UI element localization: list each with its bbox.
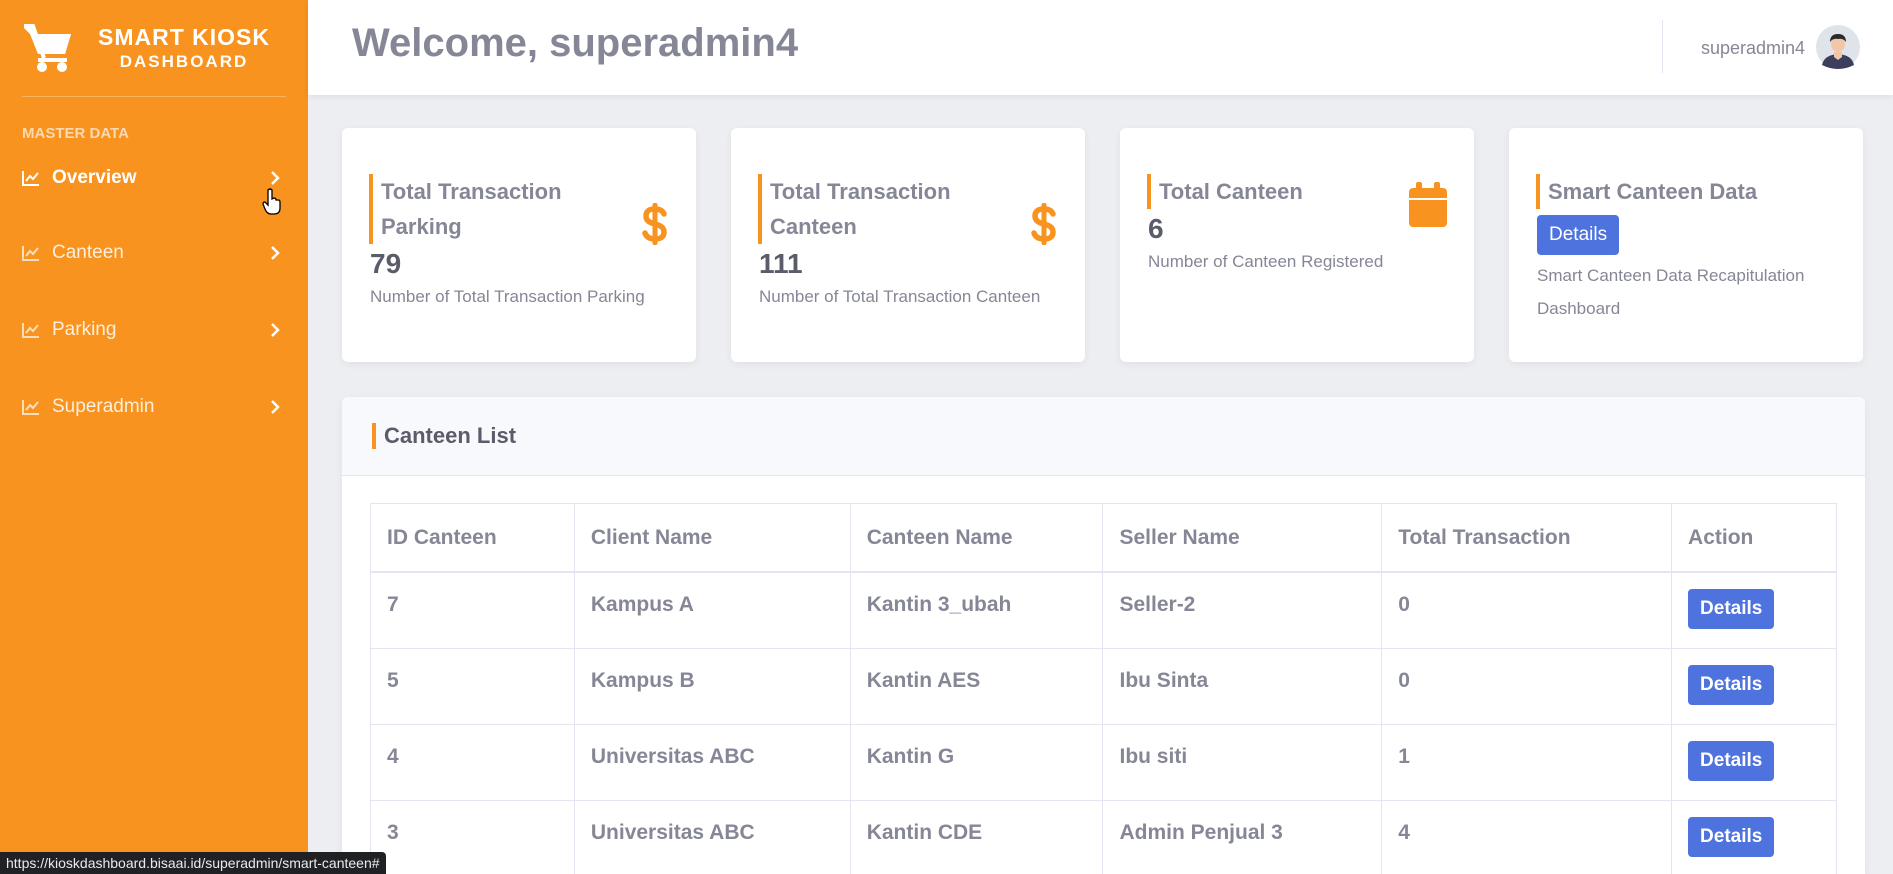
canteen-table: ID Canteen Client Name Canteen Name Sell…	[370, 503, 1837, 874]
card-value: 6	[1148, 213, 1164, 244]
panel-title: Canteen List	[372, 423, 516, 449]
cell-client: Kampus B	[573, 647, 851, 725]
card-title: Smart Canteen Data	[1536, 174, 1835, 209]
column-header[interactable]: Seller Name	[1102, 503, 1383, 573]
hand-pointer-icon	[262, 188, 281, 215]
calendar-icon	[1409, 182, 1447, 227]
topbar: Welcome, superadmin4 superadmin4	[308, 0, 1893, 95]
table-row: 3 Universitas ABC Kantin CDE Admin Penju…	[370, 799, 1837, 874]
table-row: 4 Universitas ABC Kantin G Ibu siti 1 De…	[370, 723, 1837, 801]
user-avatar[interactable]	[1816, 25, 1860, 69]
card-value: 79	[370, 248, 402, 279]
sidebar-item-label: Parking	[52, 318, 117, 340]
cell-id: 5	[370, 647, 575, 725]
card-description: Smart Canteen Data Recapitulation Dashboa…	[1537, 266, 1805, 318]
smart-canteen-details-button[interactable]: Details	[1537, 215, 1620, 255]
column-header[interactable]: Canteen Name	[849, 503, 1104, 573]
cell-action: Details	[1671, 799, 1837, 874]
brand[interactable]: SMART KIOSK DASHBOARD	[0, 0, 308, 96]
card-total-canteen: Total Canteen 6 Number of Canteen Regist…	[1120, 128, 1474, 362]
card-description: Number of Canteen Registered	[1148, 252, 1384, 271]
cell-action: Details	[1671, 571, 1837, 649]
brand-title: SMART KIOSK	[98, 24, 270, 50]
chart-line-icon	[22, 399, 39, 415]
card-smart-canteen-data: Smart Canteen Data Details Smart Canteen…	[1509, 128, 1863, 362]
canteen-list-panel: Canteen List ID Canteen Client Name Cant…	[342, 397, 1865, 874]
panel-header: Canteen List	[342, 397, 1865, 476]
cell-seller: Admin Penjual 3	[1102, 799, 1383, 874]
card-title: Total Transaction Canteen	[758, 174, 1057, 244]
column-header: Action	[1671, 503, 1837, 573]
cell-total: 0	[1381, 571, 1673, 649]
row-details-button[interactable]: Details	[1688, 664, 1775, 705]
welcome-heading: Welcome, superadmin4	[352, 21, 799, 65]
card-description: Number of Total Transaction Canteen	[759, 287, 1041, 306]
user-menu-name[interactable]: superadmin4	[1701, 38, 1805, 59]
sidebar: SMART KIOSK DASHBOARD MASTER DATA Overvi…	[0, 0, 308, 874]
chart-line-icon	[22, 171, 39, 186]
sidebar-item-parking[interactable]: Parking	[0, 291, 308, 368]
dollar-icon	[642, 203, 667, 245]
sidebar-section-label: MASTER DATA	[22, 125, 129, 142]
row-details-button[interactable]: Details	[1688, 740, 1775, 781]
cell-action: Details	[1671, 647, 1837, 725]
cell-total: 1	[1381, 723, 1673, 801]
card-title: Total Transaction Parking	[369, 174, 668, 244]
cell-seller: Ibu Sinta	[1102, 647, 1383, 725]
cell-canteen: Kantin G	[849, 723, 1104, 801]
row-details-button[interactable]: Details	[1688, 816, 1775, 857]
chevron-right-icon	[271, 399, 280, 414]
row-details-button[interactable]: Details	[1688, 589, 1775, 629]
column-header[interactable]: ID Canteen	[370, 503, 575, 573]
topbar-divider	[1662, 20, 1663, 73]
cell-total: 0	[1381, 647, 1673, 725]
cell-client: Kampus A	[573, 571, 851, 649]
cell-client: Universitas ABC	[573, 723, 851, 801]
table-header-row: ID Canteen Client Name Canteen Name Sell…	[370, 503, 1837, 573]
cell-action: Details	[1671, 723, 1837, 801]
status-bar-url: https://kioskdashboard.bisaai.id/superad…	[0, 852, 386, 874]
chart-line-icon	[22, 245, 39, 261]
cell-canteen: Kantin 3_ubah	[849, 571, 1104, 649]
sidebar-item-superadmin[interactable]: Superadmin	[0, 368, 308, 445]
card-total-transaction-canteen: Total Transaction Canteen 111 Number of T…	[731, 128, 1085, 362]
brand-subtitle: DASHBOARD	[119, 51, 249, 71]
chevron-right-icon	[271, 322, 280, 337]
sidebar-item-label: Superadmin	[52, 395, 155, 417]
column-header[interactable]: Client Name	[573, 503, 851, 573]
sidebar-item-canteen[interactable]: Canteen	[0, 214, 308, 291]
cell-id: 7	[370, 571, 575, 649]
cell-id: 4	[370, 723, 575, 801]
table-row: 7 Kampus A Kantin 3_ubah Seller-2 0 Deta…	[370, 571, 1837, 649]
sidebar-item-label: Canteen	[52, 241, 124, 263]
cell-id: 3	[370, 799, 575, 874]
cell-canteen: Kantin AES	[849, 647, 1104, 725]
card-value: 111	[759, 248, 803, 279]
cell-total: 4	[1381, 799, 1673, 874]
shopping-cart-icon	[24, 24, 71, 72]
dollar-icon	[1031, 203, 1056, 245]
card-title: Total Canteen	[1147, 174, 1446, 209]
cell-seller: Seller-2	[1102, 571, 1383, 649]
column-header[interactable]: Total Transaction	[1381, 503, 1673, 573]
chevron-right-icon	[271, 245, 280, 260]
cell-canteen: Kantin CDE	[849, 799, 1104, 874]
cell-client: Universitas ABC	[573, 799, 851, 874]
chevron-right-icon	[271, 171, 280, 185]
sidebar-item-label: Overview	[52, 167, 137, 188]
card-total-transaction-parking: Total Transaction Parking 79 Number of To…	[342, 128, 696, 362]
card-description: Number of Total Transaction Parking	[370, 287, 645, 306]
cell-seller: Ibu siti	[1102, 723, 1383, 801]
chart-line-icon	[22, 322, 39, 338]
table-row: 5 Kampus B Kantin AES Ibu Sinta 0 Detail…	[370, 647, 1837, 725]
